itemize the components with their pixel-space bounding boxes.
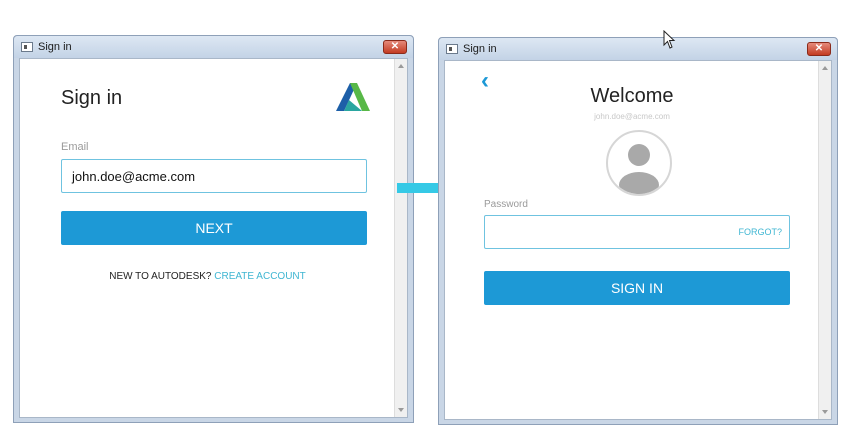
close-icon[interactable]: ✕	[383, 40, 407, 54]
mouse-cursor-icon	[663, 30, 676, 49]
sign-in-button[interactable]: SIGN IN	[484, 271, 790, 305]
title-bar: Sign in ✕	[14, 36, 413, 58]
user-avatar-icon	[606, 130, 672, 196]
page-title: Sign in	[61, 87, 123, 109]
title-bar: Sign in ✕	[439, 38, 837, 60]
next-button[interactable]: NEXT	[61, 211, 367, 245]
account-email: john.doe@acme.com	[594, 112, 670, 121]
close-icon[interactable]: ✕	[807, 42, 831, 56]
new-to-autodesk-text: NEW TO AUTODESK?	[109, 271, 212, 282]
sign-in-window-password: Sign in ✕ ‹ Welcome john.doe@acme.com Pa…	[438, 37, 838, 425]
window-icon	[21, 42, 33, 52]
email-field[interactable]: john.doe@acme.com	[61, 159, 367, 193]
forgot-password-link[interactable]: FORGOT?	[738, 227, 782, 237]
scroll-up-icon[interactable]	[822, 66, 828, 70]
new-account-line: NEW TO AUTODESK? CREATE ACCOUNT	[20, 271, 395, 282]
scroll-down-icon[interactable]	[398, 408, 404, 412]
window-content: ‹ Welcome john.doe@acme.com Password FOR…	[444, 60, 832, 420]
window-title: Sign in	[38, 41, 72, 53]
autodesk-logo	[336, 83, 370, 111]
create-account-link[interactable]: CREATE ACCOUNT	[214, 271, 306, 282]
scroll-up-icon[interactable]	[398, 64, 404, 68]
password-label: Password	[484, 199, 528, 210]
sign-in-window-email: Sign in ✕ Sign in Email john.doe@acme.co…	[13, 35, 414, 423]
email-label: Email	[61, 141, 89, 153]
window-title: Sign in	[463, 43, 497, 55]
email-value: john.doe@acme.com	[72, 169, 196, 184]
password-field[interactable]: FORGOT?	[484, 215, 790, 249]
window-icon	[446, 44, 458, 54]
scrollbar[interactable]	[818, 61, 831, 419]
scrollbar[interactable]	[394, 59, 407, 417]
welcome-heading: Welcome	[590, 85, 674, 107]
scroll-down-icon[interactable]	[822, 410, 828, 414]
window-content: Sign in Email john.doe@acme.com NEXT NEW…	[19, 58, 408, 418]
